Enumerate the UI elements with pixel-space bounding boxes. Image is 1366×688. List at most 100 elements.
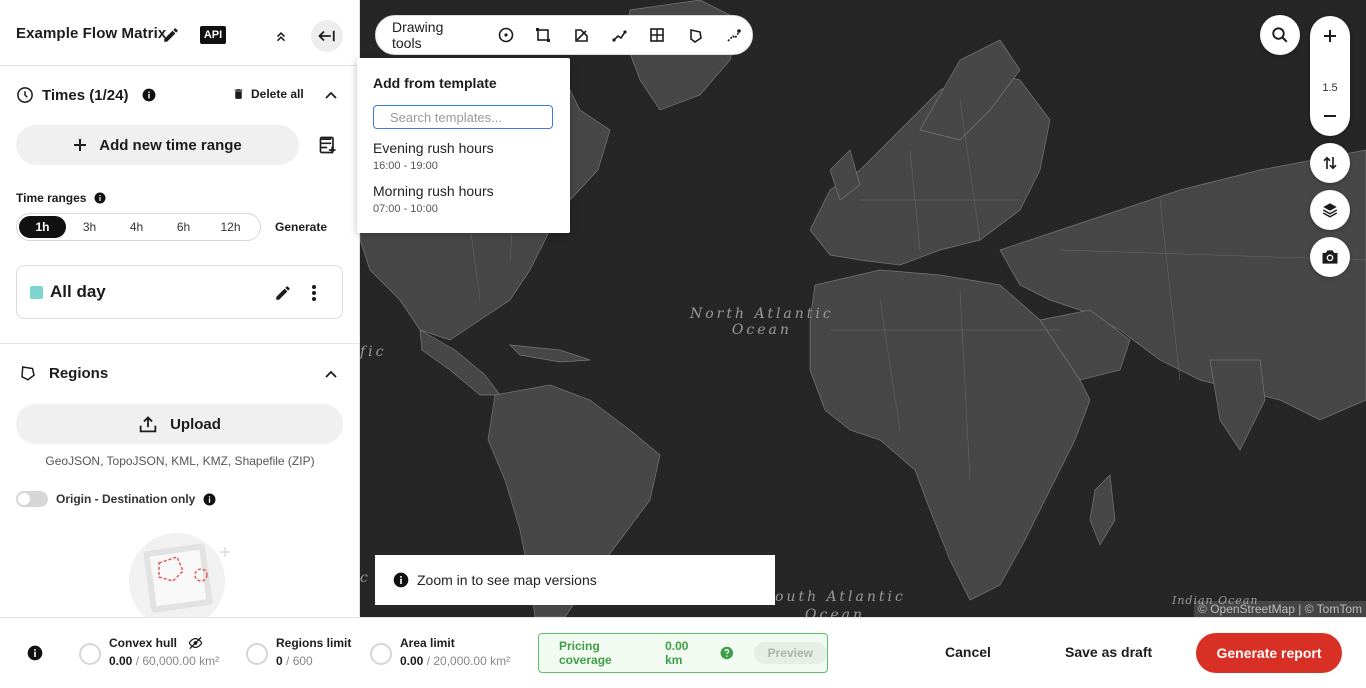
template-item[interactable]: Evening rush hours 16:00 - 19:00 [373, 140, 494, 172]
swap-arrows-icon [1323, 156, 1337, 170]
sidebar: Example Flow Matrix API Times (1/24) Del… [0, 0, 360, 617]
add-time-range-button[interactable]: Add new time range [16, 125, 299, 165]
ocean-label-south-atlantic-2: Ocean [805, 607, 865, 617]
od-only-toggle[interactable] [16, 491, 48, 507]
regions-collapse-chevron-icon[interactable] [322, 365, 340, 383]
range-option-6h[interactable]: 6h [160, 216, 207, 238]
template-item-time: 16:00 - 19:00 [373, 160, 438, 172]
app-title: Example Flow Matrix [16, 25, 167, 42]
od-only-label: Origin - Destination only [56, 492, 196, 506]
info-icon[interactable] [27, 645, 43, 661]
area-limit-label: Area limit [400, 636, 455, 650]
upload-formats: GeoJSON, TopoJSON, KML, KMZ, Shapefile (… [45, 454, 315, 468]
info-icon [393, 572, 409, 588]
upload-button[interactable]: Upload [16, 404, 343, 444]
drawing-tools-label: Drawing tools [392, 19, 444, 51]
generate-ranges-button[interactable]: Generate [275, 220, 327, 234]
time-range-card[interactable]: All day [16, 265, 343, 319]
drawing-toolbar: Drawing tools [375, 15, 753, 55]
layers-button[interactable] [1310, 190, 1350, 230]
swap-direction-button[interactable] [1310, 143, 1350, 183]
cancel-button[interactable]: Cancel [945, 644, 991, 660]
convex-hull-value: 0.00 [109, 654, 133, 668]
regions-limit-value: 0 [276, 654, 283, 668]
search-icon [1272, 27, 1288, 43]
range-option-12h[interactable]: 12h [207, 216, 254, 238]
template-item[interactable]: Morning rush hours 07:00 - 10:00 [373, 183, 494, 215]
pricing-coverage: Pricing coverage 0.00 km Preview [538, 633, 828, 673]
info-icon[interactable] [94, 192, 106, 204]
add-time-range-label: Add new time range [99, 136, 242, 154]
grid-tool-icon[interactable] [638, 15, 676, 55]
template-search-input[interactable] [373, 105, 553, 129]
generate-report-button[interactable]: Generate report [1196, 633, 1342, 673]
info-icon[interactable] [142, 88, 156, 102]
info-icon[interactable] [203, 493, 216, 506]
range-option-1h[interactable]: 1h [19, 216, 66, 238]
circle-tool-icon[interactable] [487, 15, 525, 55]
api-icon[interactable]: API [200, 26, 226, 44]
range-option-4h[interactable]: 4h [113, 216, 160, 238]
plus-icon [74, 139, 87, 151]
ocean-label-north-atlantic: North Atlantic Ocean [690, 306, 834, 338]
eye-off-icon[interactable] [188, 636, 203, 650]
line-tool-icon[interactable] [600, 15, 638, 55]
coverage-label: Pricing coverage [559, 639, 612, 667]
times-section-header[interactable]: Times (1/24) [16, 86, 156, 104]
minus-icon [1324, 115, 1336, 117]
time-ranges-label: Time ranges [16, 191, 87, 205]
delete-all-button[interactable]: Delete all [232, 87, 304, 101]
ocean-label-pacific-fragment-2: c [360, 570, 371, 586]
sidebar-header: Example Flow Matrix API [0, 0, 359, 66]
section-divider [0, 343, 360, 344]
od-only-row: Origin - Destination only [56, 492, 216, 506]
area-limit-value: 0.00 [400, 654, 424, 668]
ocean-north-line2: Ocean [731, 322, 792, 338]
template-item-time: 07:00 - 10:00 [373, 203, 438, 215]
camera-icon [1322, 250, 1338, 264]
edit-title-icon[interactable] [160, 24, 182, 46]
times-header-label: Times (1/24) [42, 86, 129, 104]
layers-icon [1322, 203, 1338, 218]
polygon-tool-icon[interactable] [562, 15, 600, 55]
regions-section-header[interactable]: Regions [19, 364, 108, 382]
time-ranges-label-row: Time ranges [16, 191, 106, 205]
template-list-icon[interactable] [317, 134, 339, 156]
zoom-out-button[interactable] [1310, 96, 1350, 136]
map-attribution[interactable]: © OpenStreetMap | © TomTom [1194, 601, 1366, 617]
upload-icon [139, 416, 157, 433]
collapse-sidebar-button[interactable] [311, 20, 343, 52]
collapse-up-icon[interactable] [271, 26, 291, 46]
save-draft-button[interactable]: Save as draft [1065, 644, 1152, 660]
range-color-swatch [30, 286, 43, 299]
template-popup-title: Add from template [373, 75, 497, 91]
more-options-icon[interactable] [305, 282, 323, 304]
route-tool-icon[interactable] [714, 15, 752, 55]
time-range-name: All day [50, 282, 106, 301]
screenshot-button[interactable] [1310, 237, 1350, 277]
template-item-name: Morning rush hours [373, 183, 494, 199]
rectangle-tool-icon[interactable] [525, 15, 563, 55]
map-search-button[interactable] [1260, 15, 1300, 55]
api-badge-label: API [203, 29, 223, 41]
regions-header-label: Regions [49, 364, 109, 382]
progress-ring [79, 643, 101, 665]
region-tool-icon[interactable] [676, 15, 714, 55]
metric-value: 0 / 600 [276, 654, 313, 668]
metric-value: 0.00 / 60,000.00 km² [109, 654, 220, 668]
help-icon[interactable] [720, 646, 734, 660]
ocean-label-pacific-fragment: fic [360, 344, 387, 360]
area-limit-limit: 20,000.00 km² [433, 654, 511, 668]
progress-ring [246, 643, 268, 665]
range-option-3h[interactable]: 3h [66, 216, 113, 238]
delete-all-label: Delete all [251, 87, 304, 101]
metric-value: 0.00 / 20,000.00 km² [400, 654, 511, 668]
toast-message: Zoom in to see map versions [417, 572, 597, 588]
clock-icon [17, 87, 33, 103]
edit-range-icon[interactable] [272, 282, 294, 304]
preview-button[interactable]: Preview [753, 642, 827, 664]
zoom-control: 1.5 [1310, 16, 1350, 136]
zoom-in-button[interactable] [1310, 16, 1350, 56]
upload-label: Upload [170, 415, 221, 433]
times-collapse-chevron-icon[interactable] [322, 86, 340, 104]
